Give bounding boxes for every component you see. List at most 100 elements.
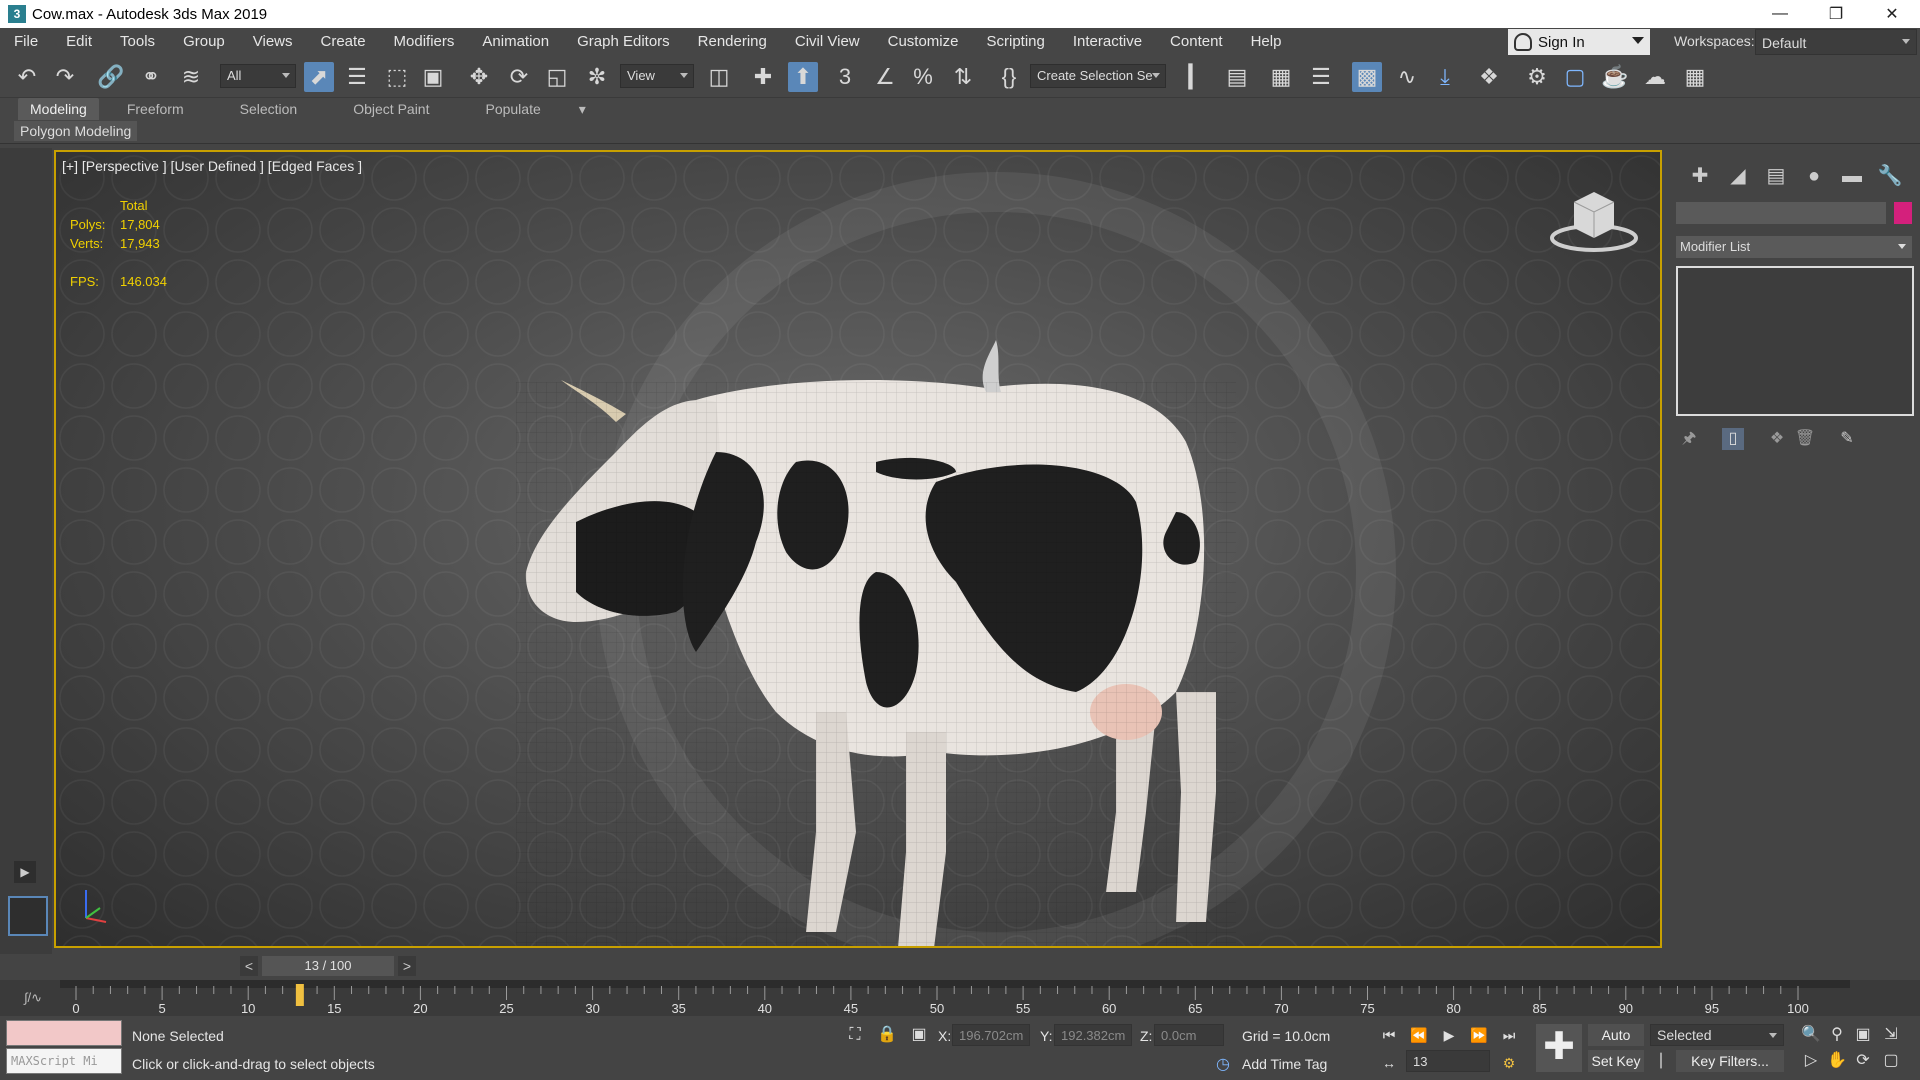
tab-selection[interactable]: Selection [212,98,326,120]
menu-interactive[interactable]: Interactive [1059,28,1156,56]
render-setup-icon[interactable]: ⚙ [1522,62,1552,92]
polygon-modeling-panel[interactable]: Polygon Modeling [14,121,138,141]
select-object-icon[interactable]: ⬈ [304,62,334,92]
snaps-toggle-icon[interactable]: 3 [830,62,860,92]
current-frame-marker[interactable] [295,984,304,1006]
workspace-dropdown[interactable]: Default [1755,29,1917,55]
menu-edit[interactable]: Edit [52,28,106,56]
key-selection-dropdown[interactable]: Selected [1650,1024,1784,1046]
next-frame-icon[interactable]: > [398,956,416,976]
render-cloud-icon[interactable]: ☁ [1640,62,1670,92]
absolute-mode-icon[interactable]: ▣ [908,1024,930,1046]
zoom-extents-icon[interactable]: ▣ [1852,1024,1874,1046]
place-icon[interactable]: ✼ [582,62,612,92]
hierarchy-tab-icon[interactable]: ▤ [1762,162,1790,190]
menu-civil-view[interactable]: Civil View [781,28,874,56]
scale-icon[interactable]: ◱ [542,62,572,92]
pivot-center-icon[interactable]: ◫ [704,62,734,92]
ribbon-toggle-icon[interactable]: ▩ [1352,62,1382,92]
move-icon[interactable]: ✥ [464,62,494,92]
auto-key-button[interactable]: Auto Key [1588,1024,1644,1065]
isolate-selection-icon[interactable]: ⛶ [844,1024,866,1046]
selection-lock-icon[interactable]: 🔒 [876,1024,898,1046]
manipulate-icon[interactable]: ✚ [748,62,778,92]
tab-modeling[interactable]: Modeling [18,98,99,120]
named-selection-dropdown[interactable]: Create Selection Se [1030,64,1166,88]
maximize-viewport-icon[interactable]: ▢ [1880,1050,1902,1072]
menu-help[interactable]: Help [1237,28,1296,56]
field-of-view-icon[interactable]: ▷ [1800,1050,1822,1072]
minimize-icon[interactable]: — [1752,0,1808,28]
ribbon-options-icon[interactable]: ▾ [569,98,596,120]
material-editor-icon[interactable]: ❖ [1474,62,1504,92]
play-icon[interactable]: ▶ [1436,1024,1462,1046]
z-coordinate-field[interactable]: 0.0cm [1154,1024,1224,1046]
modify-tab-icon[interactable]: ◢ [1724,162,1752,190]
track-bar[interactable]: ∫/∿ 0 5 10 15 20 25 30 35 40 45 50 55 60 65 70 75 80 85 90… [0,980,1920,1016]
menu-create[interactable]: Create [307,28,380,56]
y-coordinate-field[interactable]: 192.382cm [1054,1024,1132,1046]
current-frame-field[interactable]: 13 [1406,1050,1490,1072]
next-key-icon[interactable]: ⏩ [1466,1024,1492,1046]
time-slider[interactable]: < 13 / 100 > [240,956,416,976]
open-mini-curve-editor-icon[interactable]: ∫/∿ [24,990,42,1006]
angle-snap-icon[interactable]: ∠ [870,62,900,92]
tab-object-paint[interactable]: Object Paint [325,98,457,120]
tab-populate[interactable]: Populate [457,98,568,120]
menu-animation[interactable]: Animation [468,28,563,56]
viewport-label-menu[interactable]: [+] [Perspective ] [User Defined ] [Edge… [62,158,362,174]
frame-indicator[interactable]: 13 / 100 [262,956,394,976]
menu-rendering[interactable]: Rendering [684,28,781,56]
menu-content[interactable]: Content [1156,28,1237,56]
percent-snap-icon[interactable]: % [908,62,938,92]
set-key-button[interactable]: Set Key [1588,1050,1644,1072]
a360-gallery-icon[interactable]: ▦ [1680,62,1710,92]
key-filters-button[interactable]: Key Filters... [1676,1050,1784,1072]
window-crossing-icon[interactable]: ▣ [418,62,448,92]
rendered-frame-window-icon[interactable]: ▢ [1560,62,1590,92]
remove-modifier-icon[interactable]: 🗑 [1794,428,1816,450]
render-production-icon[interactable]: ☕ [1600,62,1630,92]
create-tab-icon[interactable]: ✚ [1686,162,1714,190]
zoom-extents-all-icon[interactable]: ⇲ [1880,1024,1902,1046]
redo-icon[interactable]: ↷ [50,62,80,92]
keyboard-shortcut-override-icon[interactable]: ⬆ [788,62,818,92]
time-configuration-icon[interactable]: ⚙ [1496,1052,1522,1074]
default-tangents-icon[interactable]: ∣ [1650,1050,1672,1072]
schematic-view-icon[interactable]: ⤓ [1430,62,1460,92]
sign-in-button[interactable]: Sign In [1508,29,1650,55]
align-icon[interactable]: ▤ [1222,62,1252,92]
menu-tools[interactable]: Tools [106,28,169,56]
set-keys-icon[interactable]: ✚ [1536,1024,1582,1072]
restore-icon[interactable]: ❐ [1808,0,1864,28]
menu-customize[interactable]: Customize [874,28,973,56]
layer-explorer-icon[interactable]: ☰ [1306,62,1336,92]
utilities-tab-icon[interactable]: 🔧 [1876,162,1904,190]
orbit-icon[interactable]: ⟳ [1852,1050,1874,1072]
go-to-end-icon[interactable]: ⏭ [1496,1024,1522,1046]
time-tag-icon[interactable]: ◷ [1212,1054,1234,1076]
edit-named-selection-icon[interactable]: {} [994,62,1024,92]
reference-coordinate-dropdown[interactable]: View [620,64,694,88]
perspective-viewport[interactable]: [+] [Perspective ] [User Defined ] [Edge… [54,150,1662,948]
zoom-icon[interactable]: 🔍 [1800,1024,1822,1046]
maxscript-mini-listener[interactable]: MAXScript Mi [6,1048,122,1074]
tab-freeform[interactable]: Freeform [99,98,212,120]
selection-filter-dropdown[interactable]: All [220,64,296,88]
unlink-icon[interactable]: ⚭ [136,62,166,92]
menu-graph-editors[interactable]: Graph Editors [563,28,684,56]
object-color-swatch[interactable] [1894,202,1912,224]
motion-tab-icon[interactable]: ● [1800,162,1828,190]
menu-file[interactable]: File [0,28,52,56]
menu-group[interactable]: Group [169,28,239,56]
menu-modifiers[interactable]: Modifiers [380,28,469,56]
curve-editor-icon[interactable]: ∿ [1392,62,1422,92]
make-unique-icon[interactable]: ❖ [1766,428,1788,450]
spinner-snap-icon[interactable]: ⇅ [948,62,978,92]
modifier-stack[interactable] [1676,266,1914,416]
previous-frame-icon[interactable]: < [240,956,258,976]
previous-key-icon[interactable]: ⏪ [1406,1024,1432,1046]
show-end-result-icon[interactable]: ▯ [1722,428,1744,450]
x-coordinate-field[interactable]: 196.702cm [952,1024,1030,1046]
display-tab-icon[interactable]: ▬ [1838,162,1866,190]
